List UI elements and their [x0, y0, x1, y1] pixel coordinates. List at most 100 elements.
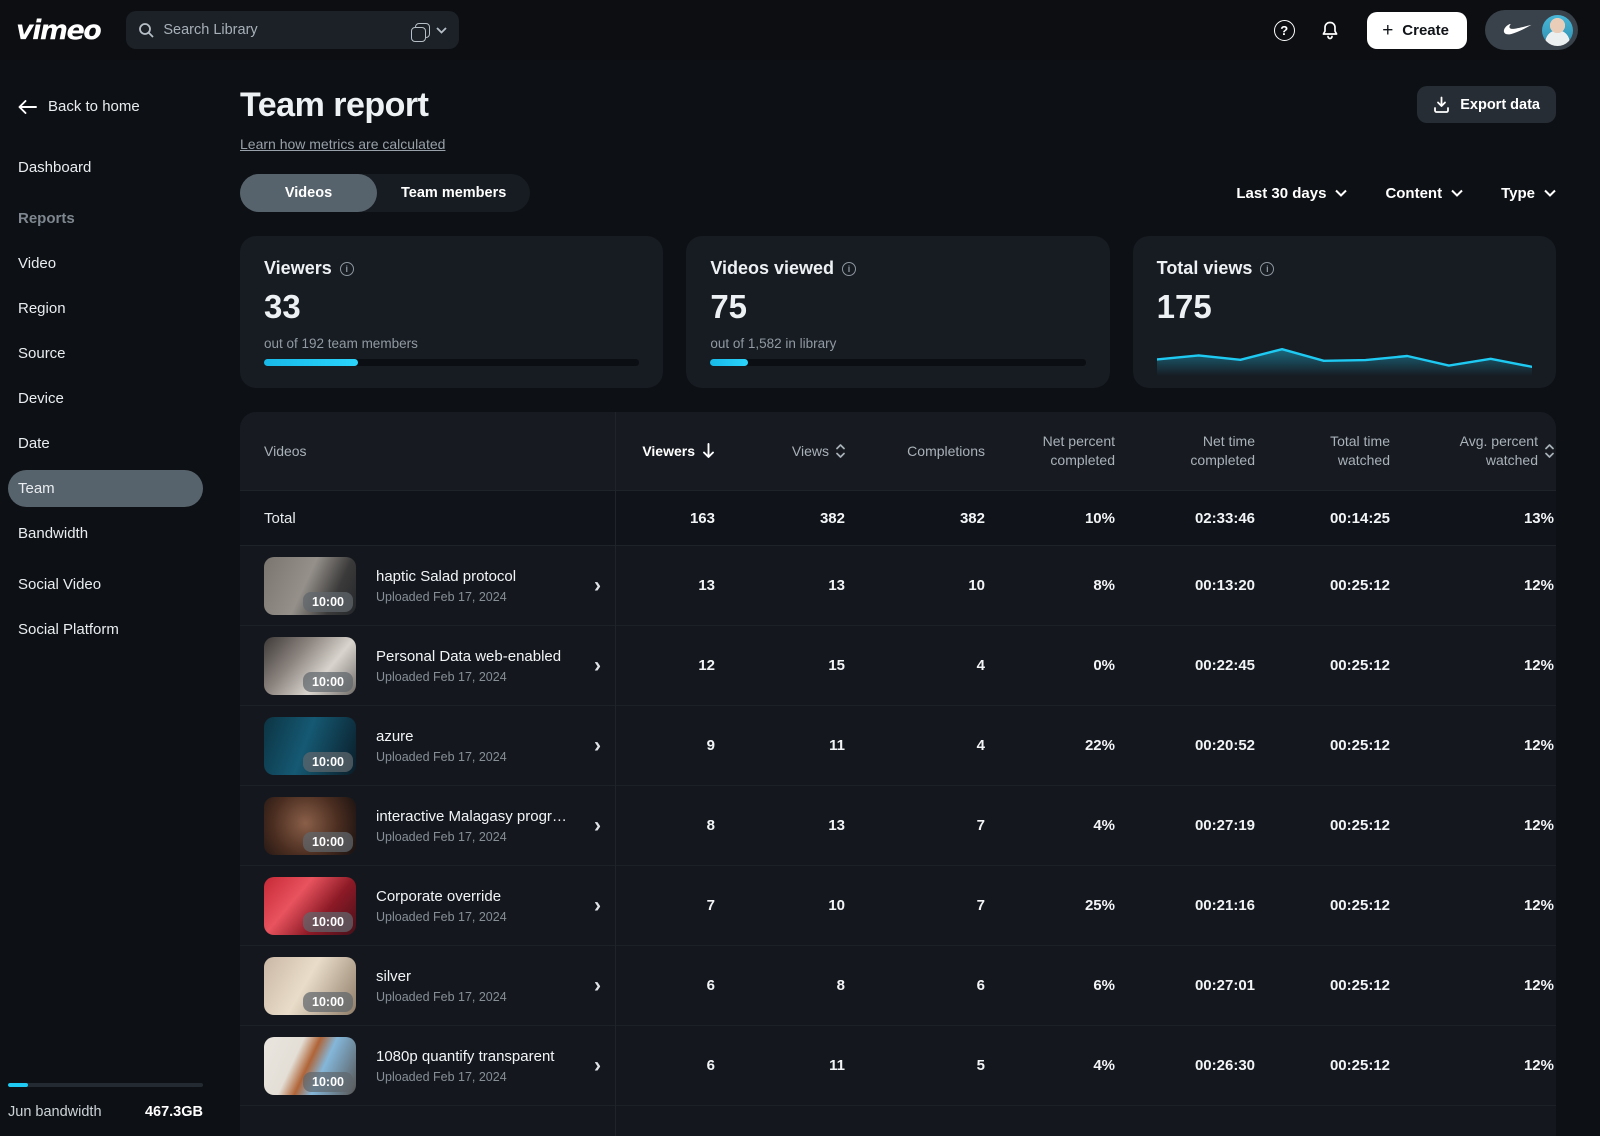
total-label: Total	[240, 510, 615, 527]
tab-team-members[interactable]: Team members	[377, 174, 530, 212]
video-thumbnail[interactable]: 10:00	[264, 637, 356, 695]
sort-desc-icon	[702, 443, 715, 458]
col-views[interactable]: Views	[715, 442, 845, 461]
sidebar-item-label: Video	[18, 255, 56, 272]
col-net-percent[interactable]: Net percent completed	[985, 432, 1115, 470]
video-thumbnail[interactable]: 10:00	[264, 797, 356, 855]
cell-avg-percent: 12%	[1390, 577, 1554, 594]
sidebar-item-source[interactable]: Source	[8, 335, 203, 372]
library-switcher-icon[interactable]	[415, 23, 430, 38]
col-label: Total time watched	[1280, 432, 1390, 470]
sidebar-item-social-platform[interactable]: Social Platform	[8, 611, 203, 648]
search-icon	[138, 22, 154, 38]
video-title[interactable]: interactive Malagasy programmi...	[376, 808, 574, 825]
export-data-button[interactable]: Export data	[1417, 86, 1556, 123]
chevron-down-icon[interactable]	[436, 27, 447, 34]
notifications-button[interactable]	[1313, 13, 1347, 47]
video-thumbnail[interactable]: 10:00	[264, 717, 356, 775]
date-range-filter[interactable]: Last 30 days	[1236, 185, 1347, 202]
bell-icon	[1320, 20, 1340, 41]
col-total-time[interactable]: Total time watched	[1255, 432, 1390, 470]
table-row[interactable]: 10:00 azure Uploaded Feb 17, 2024 › 9 11…	[240, 706, 1556, 786]
col-viewers[interactable]: Viewers	[615, 442, 715, 461]
table-body: 10:00 haptic Salad protocol Uploaded Feb…	[240, 546, 1556, 1106]
type-filter[interactable]: Type	[1501, 185, 1556, 202]
video-title[interactable]: haptic Salad protocol	[376, 568, 574, 585]
duration-badge: 10:00	[303, 592, 353, 612]
videos-viewed-progress-fill	[710, 359, 748, 366]
search-input[interactable]	[163, 22, 415, 38]
chevron-right-icon[interactable]: ›	[594, 814, 601, 838]
cell-views: 15	[715, 657, 845, 674]
tab-label: Videos	[285, 185, 332, 201]
video-thumbnail[interactable]: 10:00	[264, 877, 356, 935]
chevron-down-icon	[1451, 189, 1463, 197]
info-icon[interactable]: i	[340, 262, 354, 276]
content-filter[interactable]: Content	[1385, 185, 1463, 202]
video-thumbnail[interactable]: 10:00	[264, 557, 356, 615]
cell-total-time: 00:25:12	[1255, 817, 1390, 834]
avatar[interactable]	[1542, 15, 1573, 46]
back-to-home-link[interactable]: Back to home	[8, 88, 203, 125]
nike-logo	[1498, 24, 1532, 37]
create-button[interactable]: + Create	[1367, 12, 1467, 49]
total-views-sparkline	[1157, 330, 1532, 376]
table-row[interactable]: 10:00 interactive Malagasy programmi... …	[240, 786, 1556, 866]
sidebar-item-region[interactable]: Region	[8, 290, 203, 327]
sidebar-item-video[interactable]: Video	[8, 245, 203, 282]
video-title[interactable]: Corporate override	[376, 888, 574, 905]
search-bar[interactable]	[126, 11, 459, 49]
table-row[interactable]: 10:00 haptic Salad protocol Uploaded Feb…	[240, 546, 1556, 626]
download-icon	[1433, 96, 1450, 113]
table-row[interactable]: 10:00 silver Uploaded Feb 17, 2024 › 6 8…	[240, 946, 1556, 1026]
chevron-right-icon[interactable]: ›	[594, 974, 601, 998]
sidebar-section-reports: Reports	[8, 200, 203, 237]
tab-videos[interactable]: Videos	[240, 174, 377, 212]
help-button[interactable]: ?	[1267, 13, 1301, 47]
col-avg-percent[interactable]: Avg. percent watched	[1390, 432, 1554, 470]
chevron-right-icon[interactable]: ›	[594, 894, 601, 918]
video-uploaded: Uploaded Feb 17, 2024	[376, 590, 574, 604]
sidebar-item-label: Dashboard	[18, 159, 91, 176]
sidebar-item-label: Date	[18, 435, 50, 452]
chevron-right-icon[interactable]: ›	[594, 654, 601, 678]
cell-completions: 7	[845, 817, 985, 834]
video-thumbnail[interactable]: 10:00	[264, 957, 356, 1015]
sidebar-item-bandwidth[interactable]: Bandwidth	[8, 515, 203, 552]
table-row[interactable]: 10:00 Corporate override Uploaded Feb 17…	[240, 866, 1556, 946]
sidebar-item-team[interactable]: Team	[8, 470, 203, 507]
col-label: Views	[792, 442, 829, 461]
table-row[interactable]: 10:00 Personal Data web-enabled Uploaded…	[240, 626, 1556, 706]
chevron-right-icon[interactable]: ›	[594, 574, 601, 598]
sidebar-item-dashboard[interactable]: Dashboard	[8, 149, 203, 186]
video-title[interactable]: azure	[376, 728, 574, 745]
col-completions[interactable]: Completions	[845, 442, 985, 461]
back-to-home-label: Back to home	[48, 98, 140, 115]
sidebar-item-social-video[interactable]: Social Video	[8, 566, 203, 603]
chevron-right-icon[interactable]: ›	[594, 734, 601, 758]
account-menu[interactable]	[1485, 10, 1578, 50]
video-title[interactable]: Personal Data web-enabled	[376, 648, 574, 665]
sidebar-item-label: Social Platform	[18, 621, 119, 638]
video-thumbnail[interactable]: 10:00	[264, 1037, 356, 1095]
filter-label: Type	[1501, 185, 1535, 202]
chevron-right-icon[interactable]: ›	[594, 1054, 601, 1078]
duration-badge: 10:00	[303, 992, 353, 1012]
cell-viewers: 6	[615, 977, 715, 994]
video-title[interactable]: 1080p quantify transparent	[376, 1048, 574, 1065]
sidebar-item-device[interactable]: Device	[8, 380, 203, 417]
info-icon[interactable]: i	[842, 262, 856, 276]
filter-label: Content	[1385, 185, 1442, 202]
sort-toggle-icon	[836, 444, 845, 458]
col-net-time[interactable]: Net time completed	[1115, 432, 1255, 470]
sidebar-item-date[interactable]: Date	[8, 425, 203, 462]
video-title[interactable]: silver	[376, 968, 574, 985]
cell-net-time: 00:20:52	[1115, 737, 1255, 754]
vimeo-logo[interactable]: vimeo	[16, 15, 100, 46]
cell-views: 13	[715, 577, 845, 594]
table-row[interactable]: 10:00 1080p quantify transparent Uploade…	[240, 1026, 1556, 1106]
total-views-value: 175	[1157, 288, 1532, 326]
sidebar-item-label: Region	[18, 300, 66, 317]
info-icon[interactable]: i	[1260, 262, 1274, 276]
metrics-link[interactable]: Learn how metrics are calculated	[240, 136, 445, 152]
